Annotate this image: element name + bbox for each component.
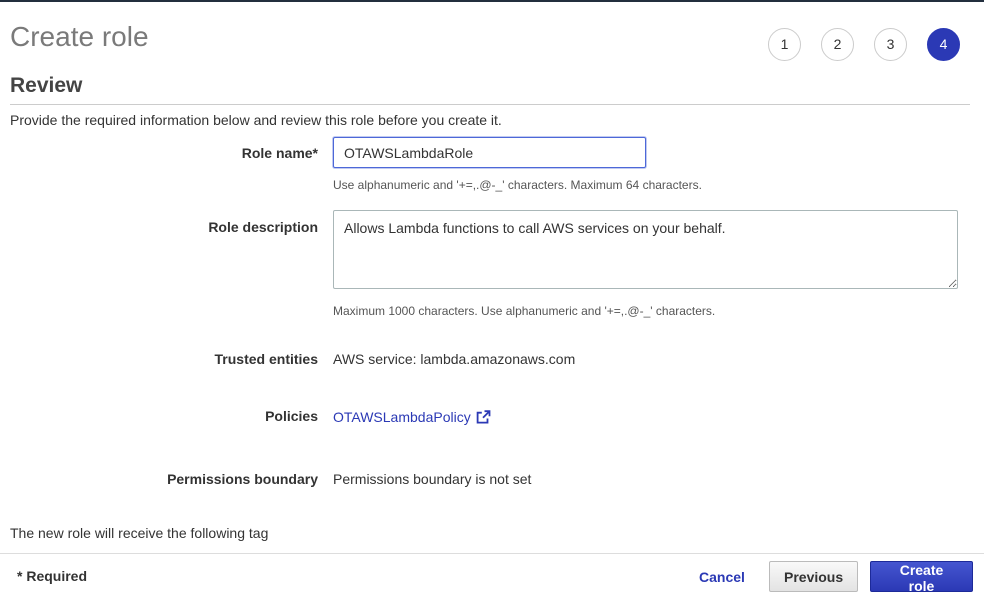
- required-note: * Required: [17, 568, 88, 584]
- role-description-hint: Maximum 1000 characters. Use alphanumeri…: [333, 304, 716, 318]
- section-divider: [10, 104, 970, 105]
- permissions-boundary-label: Permissions boundary: [167, 471, 318, 487]
- create-role-button[interactable]: Create role: [870, 561, 973, 594]
- trusted-entities-label: Trusted entities: [214, 351, 318, 367]
- role-description-label: Role description: [208, 219, 318, 235]
- external-link-icon[interactable]: [476, 410, 491, 427]
- step-1-indicator[interactable]: 1: [768, 28, 801, 61]
- step-4-indicator: 4: [927, 28, 960, 61]
- policy-link[interactable]: OTAWSLambdaPolicy: [333, 409, 471, 425]
- top-border: [0, 0, 984, 2]
- section-title-review: Review: [10, 74, 83, 97]
- role-name-label: Role name*: [241, 145, 318, 161]
- review-intro-text: Provide the required information below a…: [10, 112, 502, 128]
- cancel-button[interactable]: Cancel: [685, 561, 751, 592]
- role-name-input[interactable]: [333, 137, 646, 168]
- permissions-boundary-value: Permissions boundary is not set: [333, 471, 532, 487]
- trusted-entities-value: AWS service: lambda.amazonaws.com: [333, 351, 576, 367]
- step-2-indicator[interactable]: 2: [821, 28, 854, 61]
- page-title: Create role: [10, 21, 149, 52]
- policies-label: Policies: [265, 408, 318, 424]
- previous-button[interactable]: Previous: [769, 561, 858, 592]
- footer-divider: [0, 553, 984, 554]
- role-description-textarea[interactable]: Allows Lambda functions to call AWS serv…: [333, 210, 958, 289]
- tag-note: The new role will receive the following …: [10, 525, 269, 541]
- step-3-indicator[interactable]: 3: [874, 28, 907, 61]
- policies-value: OTAWSLambdaPolicy: [333, 409, 491, 427]
- role-name-hint: Use alphanumeric and '+=,.@-_' character…: [333, 178, 702, 192]
